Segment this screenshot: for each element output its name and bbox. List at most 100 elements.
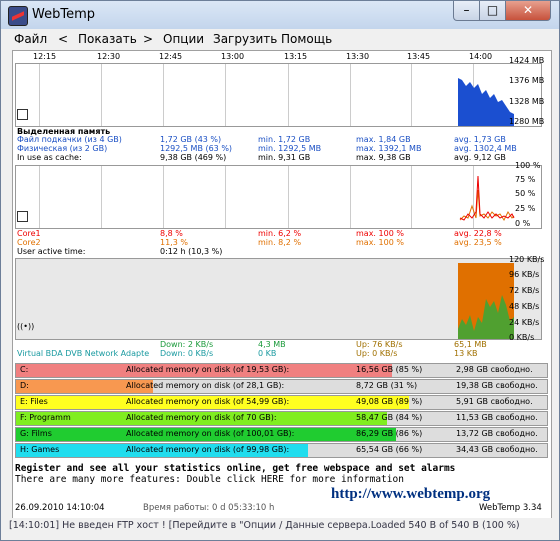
time-tick: 14:00 — [469, 52, 493, 61]
cpu-core-min: min. 6,2 % — [258, 229, 302, 238]
memory-chip-icon — [17, 109, 28, 120]
main-panel[interactable]: 12:15 12:30 12:45 13:00 13:15 13:30 13:4… — [12, 50, 552, 520]
memory-row-min: min. 9,31 GB — [258, 153, 311, 162]
memory-row-min: min. 1292,5 MB — [258, 144, 322, 153]
memory-row-label: Файл подкачки (из 4 GB) — [17, 135, 122, 144]
menu-next[interactable]: > — [143, 32, 153, 46]
memory-row-max: max. 9,38 GB — [356, 153, 411, 162]
drive-free: 2,98 GB свободно. — [456, 365, 533, 374]
menu-options[interactable]: Опции — [163, 32, 204, 46]
menu-file[interactable]: Файл — [14, 32, 47, 46]
y-tick: 96 KB/s — [509, 270, 540, 279]
drive-used: 16,56 GB (85 %) — [356, 365, 423, 374]
drive-row[interactable]: C: Allocated memory on disk (of 19,53 GB)… — [15, 363, 548, 378]
features-text[interactable]: There are many more features: Double cli… — [15, 474, 404, 485]
time-axis: 12:15 12:30 12:45 13:00 13:15 13:30 13:4… — [13, 51, 551, 63]
active-time-value: 0:12 h (10,3 %) — [160, 247, 223, 256]
cpu-core-min: min. 8,2 % — [258, 238, 302, 247]
status-bar: [14:10:01] Не введен FTP хост ! [Перейди… — [3, 518, 557, 536]
y-tick: 0 KB/s — [509, 333, 535, 342]
drive-free: 34,43 GB свободно. — [456, 445, 538, 454]
cpu-core-max: max. 100 % — [356, 238, 404, 247]
window-title: WebTemp — [32, 7, 95, 22]
drive-used: 8,72 GB (31 %) — [356, 381, 418, 390]
y-tick: 72 KB/s — [509, 286, 540, 295]
drive-row[interactable]: G: Films Allocated memory on disk (of 100… — [15, 427, 548, 442]
y-tick: 1376 MB — [509, 76, 545, 85]
drive-row[interactable]: H: Games Allocated memory on disk (of 99,… — [15, 443, 548, 458]
memory-graph — [15, 63, 542, 127]
y-tick: 1328 MB — [509, 97, 545, 106]
datetime: 26.09.2010 14:10:04 — [15, 503, 105, 513]
cpu-core-cur: 8,8 % — [160, 229, 183, 238]
drive-name: C: — [20, 365, 29, 374]
y-tick: 50 % — [515, 189, 536, 198]
drive-free: 19,38 GB свободно. — [456, 381, 538, 390]
y-tick: 25 % — [515, 204, 536, 213]
net-up-total: 65,1 MB — [454, 340, 487, 349]
memory-row-cur: 9,38 GB (469 %) — [160, 153, 227, 162]
drive-free: 13,72 GB свободно. — [456, 429, 538, 438]
memory-row-avg: avg. 9,12 GB — [454, 153, 506, 162]
drive-row[interactable]: F: Programm Allocated memory on disk (of … — [15, 411, 548, 426]
time-tick: 13:00 — [221, 52, 245, 61]
menu-show[interactable]: Показать — [78, 32, 137, 46]
drive-used: 86,29 GB (86 %) — [356, 429, 423, 438]
website-link[interactable]: http://www.webtemp.org — [331, 486, 490, 503]
drive-alloc: Allocated memory on disk (of 99,98 GB): — [126, 445, 290, 454]
cpu-graph — [15, 165, 542, 229]
cpu-core-label: Core1 — [17, 229, 41, 238]
cpu-core-label: Core2 — [17, 238, 41, 247]
time-tick: 12:15 — [33, 52, 57, 61]
net-up-rate: Up: 76 KB/s — [356, 340, 403, 349]
drive-free: 5,91 GB свободно. — [456, 397, 533, 406]
memory-row-label: Физическая (из 2 GB) — [17, 144, 108, 153]
memory-row-max: max. 1392,1 MB — [356, 144, 422, 153]
memory-row-avg: avg. 1,73 GB — [454, 135, 506, 144]
drive-name: D: — [20, 381, 29, 390]
drive-free: 11,53 GB свободно. — [456, 413, 538, 422]
time-tick: 12:45 — [159, 52, 183, 61]
drive-name: H: Games — [20, 445, 60, 454]
drive-name: F: Programm — [20, 413, 71, 422]
net-adapter-name: Virtual BDA DVB Network Adapte — [17, 349, 150, 358]
version: WebTemp 3.34 — [479, 503, 542, 513]
minimize-button[interactable]: – — [453, 1, 480, 21]
memory-row-cur: 1292,5 MB (63 %) — [160, 144, 233, 153]
drive-alloc: Allocated memory on disk (of 19,53 GB): — [126, 365, 290, 374]
maximize-button[interactable]: □ — [479, 1, 506, 21]
y-tick: 75 % — [515, 175, 536, 184]
net-down-total: 4,3 MB — [258, 340, 286, 349]
time-tick: 13:45 — [407, 52, 431, 61]
net-down-rate2: Down: 0 KB/s — [160, 349, 214, 358]
title-bar[interactable]: WebTemp – □ ✕ — [1, 1, 559, 29]
cpu-core-avg: avg. 22,8 % — [454, 229, 502, 238]
menu-download[interactable]: Загрузить — [213, 32, 277, 46]
drive-name: E: Files — [20, 397, 48, 406]
memory-row-min: min. 1,72 GB — [258, 135, 311, 144]
uptime: Время работы: 0 d 05:33:10 h — [143, 503, 275, 513]
antenna-icon: ((•)) — [17, 322, 35, 331]
drive-name: G: Films — [20, 429, 52, 438]
cpu-core-avg: avg. 23,5 % — [454, 238, 502, 247]
drive-alloc: Allocated memory on disk (of 100,01 GB): — [126, 429, 295, 438]
menu-help[interactable]: Помощь — [281, 32, 332, 46]
register-text[interactable]: Register and see all your statistics onl… — [15, 463, 455, 474]
y-tick: 1424 MB — [509, 56, 545, 65]
close-button[interactable]: ✕ — [505, 1, 551, 21]
cpu-core-max: max. 100 % — [356, 229, 404, 238]
y-tick: 120 KB/s — [509, 255, 545, 264]
y-tick: 0 % — [515, 219, 531, 228]
network-graph — [15, 258, 542, 340]
drive-row[interactable]: E: Files Allocated memory on disk (of 54,… — [15, 395, 548, 410]
memory-row-label: In use as cache: — [17, 153, 82, 162]
time-tick: 13:15 — [284, 52, 308, 61]
network-series — [458, 263, 514, 339]
active-time-label: User active time: — [17, 247, 86, 256]
menu-prev[interactable]: < — [58, 32, 68, 46]
y-tick: 1280 MB — [509, 117, 545, 126]
drive-used: 65,54 GB (66 %) — [356, 445, 423, 454]
time-tick: 13:30 — [346, 52, 370, 61]
net-up-total2: 13 KB — [454, 349, 478, 358]
drive-row[interactable]: D: Allocated memory on disk (of 28,1 GB):… — [15, 379, 548, 394]
